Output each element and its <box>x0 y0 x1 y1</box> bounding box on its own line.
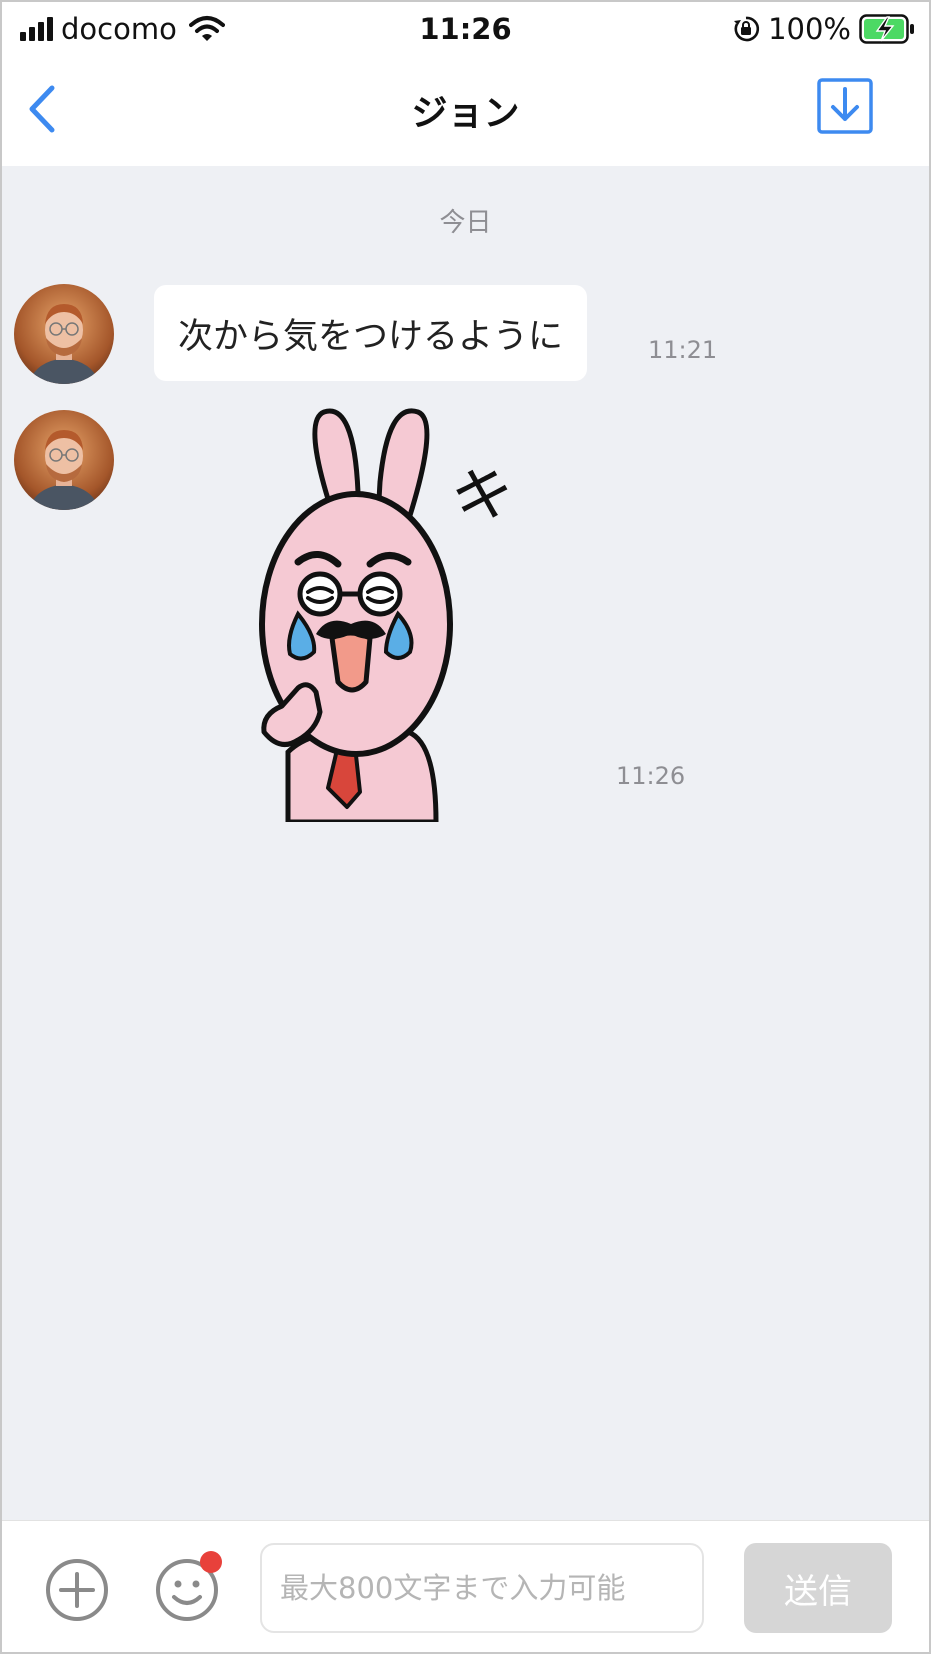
orientation-lock-icon <box>734 16 760 42</box>
download-icon[interactable] <box>817 78 873 134</box>
status-right: 100% <box>732 12 915 46</box>
message-time: 11:21 <box>648 336 718 364</box>
avatar[interactable] <box>14 284 114 384</box>
status-bar: docomo 11:26 100% <box>2 2 929 58</box>
input-bar: 送信 <box>2 1520 929 1652</box>
date-divider: 今日 <box>439 208 492 238</box>
send-button[interactable]: 送信 <box>744 1543 892 1633</box>
chat-area[interactable]: 今日 次から気をつけるように 11:21 キ 11:26 <box>2 166 929 1520</box>
avatar[interactable] <box>14 410 114 510</box>
page-title: ジョン <box>411 93 520 134</box>
battery-percent: 100% <box>768 12 851 46</box>
notification-dot <box>200 1551 222 1573</box>
message-bubble[interactable]: 次から気をつけるように <box>154 285 588 381</box>
message-input[interactable] <box>260 1543 704 1633</box>
rabbit-sticker[interactable]: キ <box>258 402 538 822</box>
sticker-text: キ <box>443 451 525 540</box>
sticker-time: 11:26 <box>616 762 686 790</box>
nav-bar: ジョン <box>2 58 929 166</box>
phone-screen: docomo 11:26 100% ジョン 今日 次から気をつけるように 11:… <box>0 0 931 1654</box>
battery-charging-icon <box>859 14 914 44</box>
plus-circle-icon[interactable] <box>44 1557 110 1623</box>
